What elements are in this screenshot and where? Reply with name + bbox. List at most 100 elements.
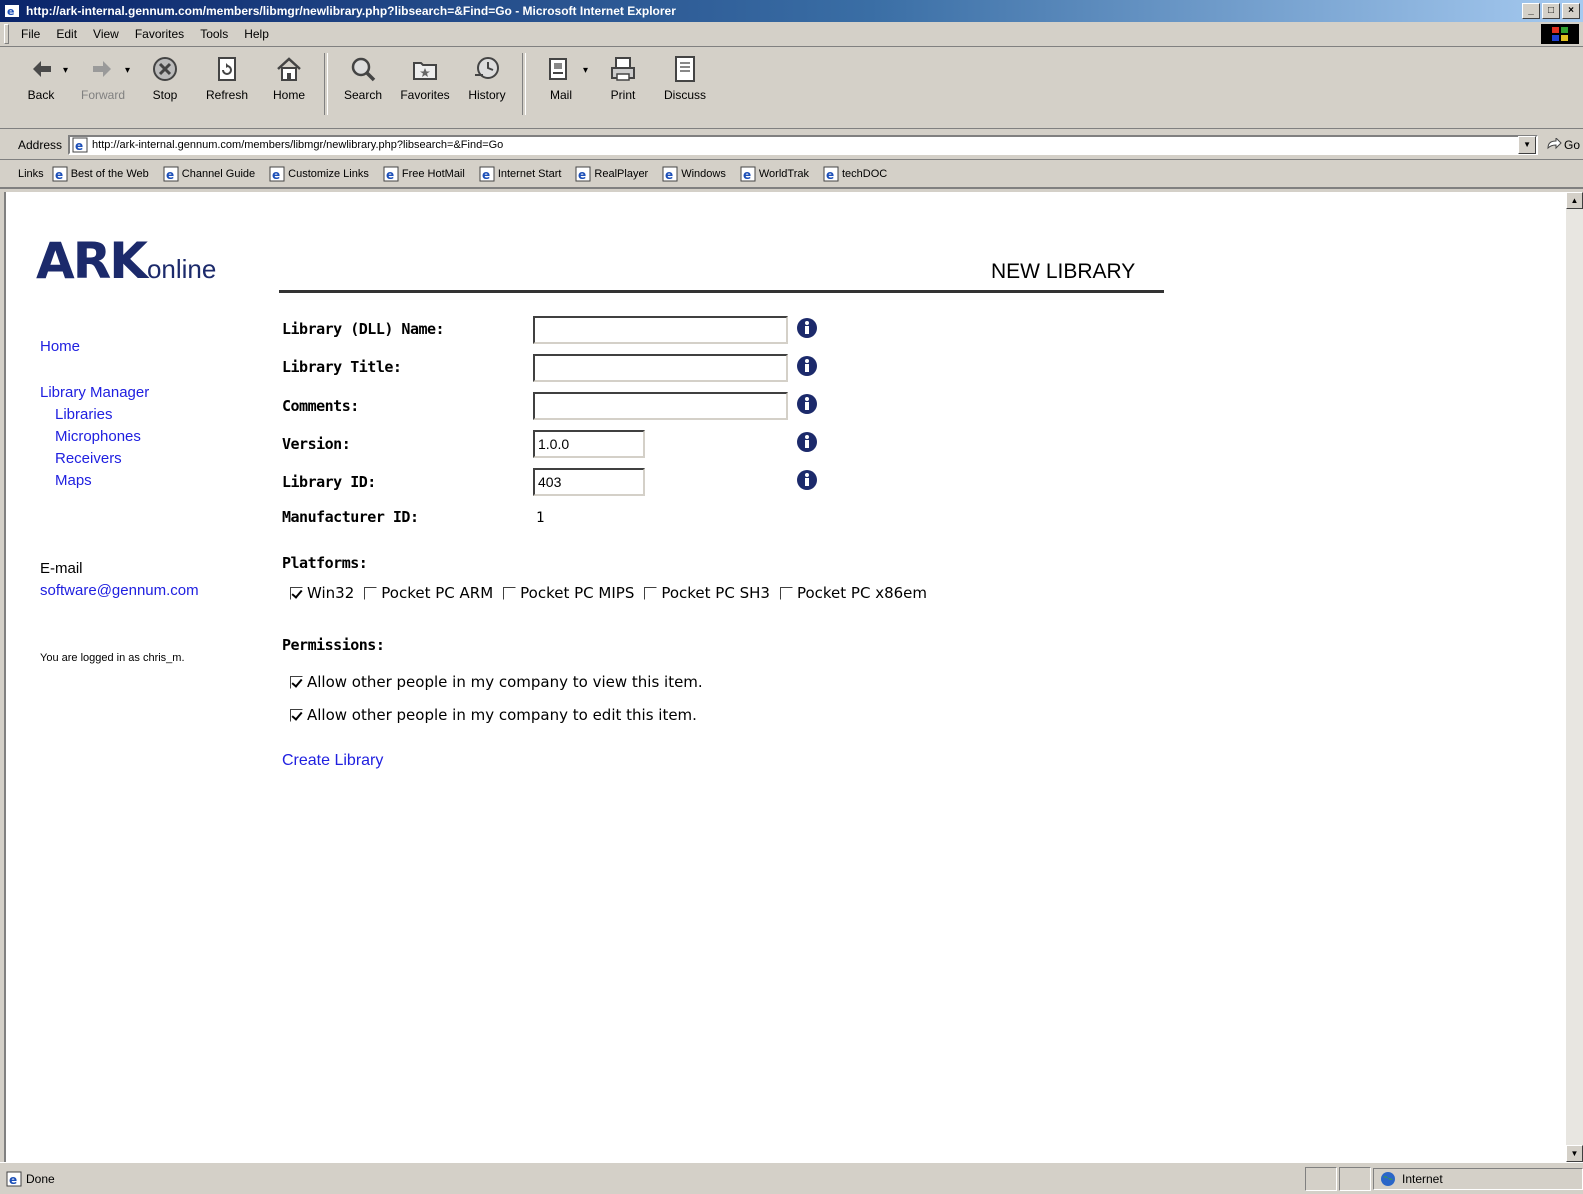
permissions-heading: Permissions: — [282, 636, 385, 654]
back-dropdown-icon[interactable]: ▾ — [63, 65, 68, 76]
permission-edit-checkbox[interactable] — [290, 708, 303, 722]
nav-maps[interactable]: Maps — [40, 470, 149, 492]
platform-pocketpc-x86em-checkbox[interactable] — [779, 586, 793, 600]
library-title-input[interactable] — [533, 354, 788, 382]
platform-pocketpc-sh3-checkbox[interactable] — [644, 586, 658, 600]
link-windows[interactable]: e Windows — [662, 166, 726, 182]
create-library-link[interactable]: Create Library — [282, 752, 383, 770]
address-dropdown-icon[interactable]: ▼ — [1518, 135, 1537, 154]
nav-library-manager[interactable]: Library Manager — [40, 382, 149, 404]
security-zone: Internet — [1373, 1167, 1583, 1190]
logo-online: online — [146, 254, 217, 284]
platform-pocketpc-x86em[interactable]: Pocket PC x86em — [779, 584, 927, 602]
mail-dropdown-icon[interactable]: ▾ — [583, 65, 588, 76]
platform-win32[interactable]: Win32 — [290, 584, 354, 602]
page-viewport: ARK online NEW LIBRARY Home Library Mana… — [4, 192, 1566, 1162]
page-title: NEW LIBRARY — [991, 260, 1136, 283]
platform-pocketpc-mips-checkbox[interactable] — [503, 586, 517, 600]
comments-input[interactable] — [533, 392, 788, 420]
minimize-button[interactable]: _ — [1522, 3, 1540, 19]
refresh-button[interactable]: Refresh — [196, 47, 258, 102]
scroll-up-icon[interactable]: ▲ — [1566, 192, 1583, 209]
scroll-down-icon[interactable]: ▼ — [1566, 1145, 1583, 1162]
menu-bar: File Edit View Favorites Tools Help — [0, 22, 1583, 47]
links-label: Links — [18, 168, 44, 180]
forward-arrow-icon — [93, 61, 111, 77]
platform-pocketpc-sh3[interactable]: Pocket PC SH3 — [644, 584, 770, 602]
discuss-icon — [675, 56, 695, 82]
svg-text:e: e — [482, 168, 490, 182]
stop-button[interactable]: Stop — [134, 47, 196, 102]
home-button[interactable]: Home — [258, 47, 320, 102]
side-navigation: Home Library Manager Libraries Microphon… — [40, 336, 149, 492]
menu-grip[interactable] — [4, 24, 9, 44]
ie-page-icon: e — [575, 166, 591, 182]
address-input[interactable]: e http://ark-internal.gennum.com/members… — [68, 134, 1539, 155]
menu-tools[interactable]: Tools — [192, 27, 236, 41]
version-label: Version: — [282, 435, 351, 453]
permission-view[interactable]: Allow other people in my company to view… — [290, 673, 703, 691]
link-channel-guide[interactable]: e Channel Guide — [163, 166, 255, 182]
info-icon[interactable] — [796, 431, 818, 453]
nav-receivers[interactable]: Receivers — [40, 448, 149, 470]
svg-text:e: e — [272, 168, 280, 182]
forward-dropdown-icon[interactable]: ▾ — [125, 65, 130, 76]
go-button[interactable]: Go — [1546, 137, 1580, 152]
ie-page-icon: e — [163, 166, 179, 182]
link-realplayer[interactable]: e RealPlayer — [575, 166, 648, 182]
platform-pocketpc-arm[interactable]: Pocket PC ARM — [364, 584, 493, 602]
svg-text:e: e — [743, 168, 751, 182]
info-icon[interactable] — [796, 393, 818, 415]
library-id-label: Library ID: — [282, 473, 376, 491]
ie-page-icon: e — [6, 1171, 22, 1187]
favorites-button[interactable]: Favorites — [394, 47, 456, 102]
link-customize-links[interactable]: e Customize Links — [269, 166, 369, 182]
discuss-button[interactable]: Discuss — [654, 47, 716, 102]
permission-view-checkbox[interactable] — [290, 675, 303, 689]
nav-home[interactable]: Home — [40, 336, 149, 358]
email-link[interactable]: software@gennum.com — [40, 582, 199, 599]
platform-win32-checkbox[interactable] — [290, 586, 303, 600]
ie-page-icon: e — [269, 166, 285, 182]
ie-page-icon: e — [383, 166, 399, 182]
menu-edit[interactable]: Edit — [48, 27, 85, 41]
comments-label: Comments: — [282, 397, 359, 415]
mail-button[interactable]: Mail ▾ — [530, 47, 592, 102]
link-free-hotmail[interactable]: e Free HotMail — [383, 166, 465, 182]
info-icon[interactable] — [796, 355, 818, 377]
nav-libraries[interactable]: Libraries — [40, 404, 149, 426]
platform-pocketpc-mips[interactable]: Pocket PC MIPS — [503, 584, 634, 602]
nav-microphones[interactable]: Microphones — [40, 426, 149, 448]
library-id-input[interactable] — [533, 468, 645, 496]
search-button[interactable]: Search — [332, 47, 394, 102]
history-button[interactable]: History — [456, 47, 518, 102]
vertical-scrollbar[interactable]: ▲ ▼ — [1566, 192, 1583, 1162]
title-bar: e http://ark-internal.gennum.com/members… — [0, 0, 1583, 22]
forward-button[interactable]: Forward ▾ — [72, 47, 134, 102]
info-icon[interactable] — [796, 317, 818, 339]
ark-online-logo[interactable]: ARK online — [36, 232, 216, 290]
version-input[interactable] — [533, 430, 645, 458]
print-button[interactable]: Print — [592, 47, 654, 102]
menu-file[interactable]: File — [13, 27, 48, 41]
menu-help[interactable]: Help — [236, 27, 277, 41]
mail-icon — [549, 58, 567, 80]
favorites-folder-icon — [413, 62, 437, 80]
dll-name-input[interactable] — [533, 316, 788, 344]
permission-edit[interactable]: Allow other people in my company to edit… — [290, 706, 697, 724]
svg-text:e: e — [75, 139, 83, 153]
link-techdoc[interactable]: e techDOC — [823, 166, 887, 182]
menu-view[interactable]: View — [85, 27, 127, 41]
platform-pocketpc-arm-checkbox[interactable] — [364, 586, 378, 600]
maximize-button[interactable]: □ — [1542, 3, 1560, 19]
menu-favorites[interactable]: Favorites — [127, 27, 192, 41]
link-worldtrak[interactable]: e WorldTrak — [740, 166, 809, 182]
back-button[interactable]: Back ▾ — [10, 47, 72, 102]
svg-text:e: e — [55, 168, 63, 182]
info-icon[interactable] — [796, 469, 818, 491]
ie-page-icon: e — [72, 137, 88, 153]
link-internet-start[interactable]: e Internet Start — [479, 166, 561, 182]
globe-icon — [1381, 1171, 1395, 1186]
link-best-of-the-web[interactable]: e Best of the Web — [52, 166, 149, 182]
close-button[interactable]: × — [1562, 3, 1580, 19]
